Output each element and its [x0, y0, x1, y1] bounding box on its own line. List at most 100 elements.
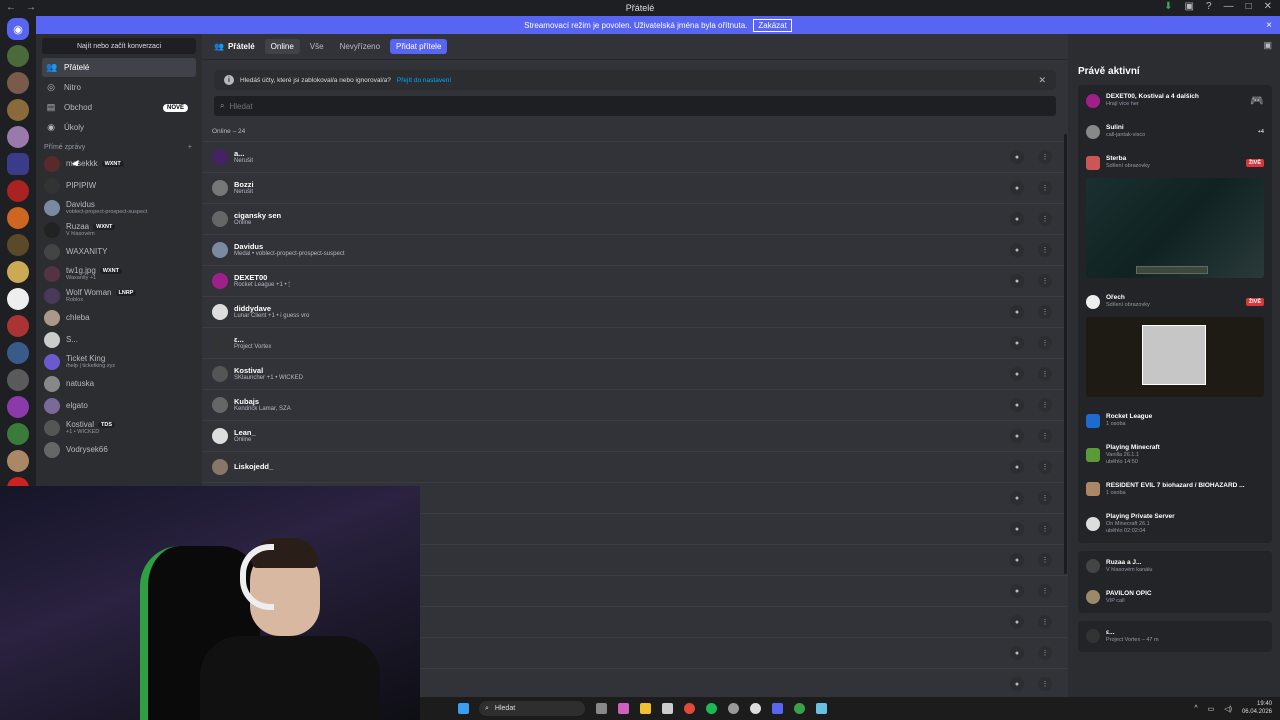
discord-home-icon[interactable]: ◉	[7, 18, 29, 40]
message-icon[interactable]: ●	[1010, 584, 1024, 598]
disable-streamer-button[interactable]: Zakázat	[753, 18, 792, 32]
settings-link[interactable]: Přejít do nastavení	[397, 77, 451, 84]
server-icon[interactable]	[7, 450, 29, 472]
banner-close-icon[interactable]: ×	[1266, 20, 1272, 31]
friend-row[interactable]: Lean_ Online ● ⋮	[202, 420, 1068, 451]
more-options-icon[interactable]: ⋮	[1038, 336, 1052, 350]
message-icon[interactable]: ●	[1010, 553, 1024, 567]
sidebar-item-0[interactable]: 👥 Přátelé	[42, 58, 196, 77]
more-options-icon[interactable]: ⋮	[1038, 491, 1052, 505]
message-icon[interactable]: ●	[1010, 305, 1024, 319]
message-icon[interactable]: ●	[1010, 522, 1024, 536]
friend-row[interactable]: Davidus Medal • voblect-propect-prospect…	[202, 234, 1068, 265]
forward-arrow-icon[interactable]: →	[26, 2, 36, 13]
friend-row[interactable]: DEXET00 Rocket League +1 • 🕯 ● ⋮	[202, 265, 1068, 296]
more-options-icon[interactable]: ⋮	[1038, 615, 1052, 629]
server-icon[interactable]	[7, 45, 29, 67]
server-icon[interactable]	[7, 180, 29, 202]
add-dm-icon[interactable]: +	[188, 144, 192, 151]
notepad-icon[interactable]	[816, 703, 827, 714]
message-icon[interactable]: ●	[1010, 491, 1024, 505]
dm-item[interactable]: elgato	[36, 395, 202, 417]
friend-row[interactable]: cigansky sen Online ● ⋮	[202, 203, 1068, 234]
activity-row[interactable]: RESIDENT EVIL 7 biohazard / BIOHAZARD ..…	[1078, 474, 1272, 505]
chrome-icon[interactable]	[794, 703, 805, 714]
back-arrow-icon[interactable]: ←	[6, 2, 16, 13]
server-icon[interactable]	[7, 99, 29, 121]
server-icon[interactable]	[7, 342, 29, 364]
dm-item[interactable]: Ticket King /help | ticketking.xyz	[36, 351, 202, 373]
friend-row[interactable]: a... Nerušit ● ⋮	[202, 141, 1068, 172]
copilot-icon[interactable]	[618, 703, 629, 714]
friend-row[interactable]: Kostival SKlauncher +1 • WICKED ● ⋮	[202, 358, 1068, 389]
friends-search[interactable]: ⌕	[214, 96, 1056, 116]
server-icon[interactable]	[7, 315, 29, 337]
folder-icon[interactable]	[7, 153, 29, 175]
dm-item[interactable]: Vodrysek66	[36, 439, 202, 461]
more-options-icon[interactable]: ⋮	[1038, 398, 1052, 412]
activity-card[interactable]: DEXET00, Kostival a 4 dalších Hrají více …	[1078, 85, 1272, 543]
dm-item[interactable]: chleba	[36, 307, 202, 329]
discord-icon[interactable]	[772, 703, 783, 714]
dm-item[interactable]: masekkk WXNT	[36, 153, 202, 175]
sidebar-item-2[interactable]: ▤ Obchod NOVÉ	[42, 98, 196, 117]
find-conversation-button[interactable]: Najít nebo začít konverzaci	[42, 38, 196, 54]
tray-chevron-icon[interactable]: ^	[1194, 705, 1197, 712]
more-options-icon[interactable]: ⋮	[1038, 677, 1052, 691]
update-icon[interactable]: ⬇	[1164, 1, 1172, 12]
search-input[interactable]	[229, 101, 340, 111]
new-group-icon[interactable]: ▣	[1263, 40, 1272, 51]
explorer-icon[interactable]	[640, 703, 651, 714]
sidebar-item-1[interactable]: ◎ Nitro	[42, 78, 196, 97]
start-icon[interactable]	[458, 703, 469, 714]
more-options-icon[interactable]: ⋮	[1038, 460, 1052, 474]
activity-row[interactable]: Sterba Sdílení obrazovky ŽIVĚ	[1078, 147, 1272, 178]
friend-row[interactable]: Kubajs Kendrick Lamar, SZA ● ⋮	[202, 389, 1068, 420]
friend-row[interactable]: Liskojedd_ ● ⋮	[202, 451, 1068, 482]
chrome-icon[interactable]	[684, 703, 695, 714]
dm-item[interactable]: WAXANITY	[36, 241, 202, 263]
close-window-icon[interactable]: ✕	[1264, 1, 1272, 12]
dm-item[interactable]: S...	[36, 329, 202, 351]
more-options-icon[interactable]: ⋮	[1038, 181, 1052, 195]
stream-preview[interactable]	[1086, 317, 1264, 397]
steam-icon[interactable]	[750, 703, 761, 714]
friend-row[interactable]: diddydave Lunar Client +1 • i guess vro …	[202, 296, 1068, 327]
more-options-icon[interactable]: ⋮	[1038, 367, 1052, 381]
activity-row[interactable]: DEXET00, Kostival a 4 dalších Hrají více …	[1078, 85, 1272, 116]
store-icon[interactable]	[662, 703, 673, 714]
clock[interactable]: 19:40 06.04.2026	[1242, 701, 1272, 715]
more-options-icon[interactable]: ⋮	[1038, 522, 1052, 536]
settings-icon[interactable]	[728, 703, 739, 714]
dm-item[interactable]: Wolf Woman LNRP Roblox	[36, 285, 202, 307]
server-icon[interactable]	[7, 369, 29, 391]
server-icon[interactable]	[7, 234, 29, 256]
task-view-icon[interactable]	[596, 703, 607, 714]
tab-all[interactable]: Vše	[304, 39, 330, 54]
more-options-icon[interactable]: ⋮	[1038, 150, 1052, 164]
help-icon[interactable]: ?	[1206, 1, 1212, 12]
message-icon[interactable]: ●	[1010, 677, 1024, 691]
message-icon[interactable]: ●	[1010, 367, 1024, 381]
more-options-icon[interactable]: ⋮	[1038, 212, 1052, 226]
network-icon[interactable]: ▭	[1208, 705, 1215, 713]
activity-card[interactable]: ε... Project Vortex – 47 m	[1078, 620, 1272, 652]
activity-row[interactable]: PAVILON OPIC VIP call	[1078, 582, 1272, 613]
message-icon[interactable]: ●	[1010, 336, 1024, 350]
server-icon[interactable]	[7, 207, 29, 229]
activity-row[interactable]: Rocket League 1 osoba	[1078, 405, 1272, 436]
more-options-icon[interactable]: ⋮	[1038, 646, 1052, 660]
server-icon[interactable]	[7, 261, 29, 283]
nav-arrows[interactable]: ← →	[6, 2, 36, 13]
dm-item[interactable]: natuska	[36, 373, 202, 395]
sidebar-item-3[interactable]: ◉ Úkoly	[42, 118, 196, 137]
tab-pending[interactable]: Nevyřízeno	[334, 39, 386, 54]
message-icon[interactable]: ●	[1010, 181, 1024, 195]
dm-item[interactable]: PIPIPIW	[36, 175, 202, 197]
more-options-icon[interactable]: ⋮	[1038, 584, 1052, 598]
activity-card[interactable]: Ruzaa a J... V hlasovém kanálu PAVILON OP…	[1078, 550, 1272, 613]
more-options-icon[interactable]: ⋮	[1038, 429, 1052, 443]
message-icon[interactable]: ●	[1010, 398, 1024, 412]
more-options-icon[interactable]: ⋮	[1038, 305, 1052, 319]
message-icon[interactable]: ●	[1010, 460, 1024, 474]
